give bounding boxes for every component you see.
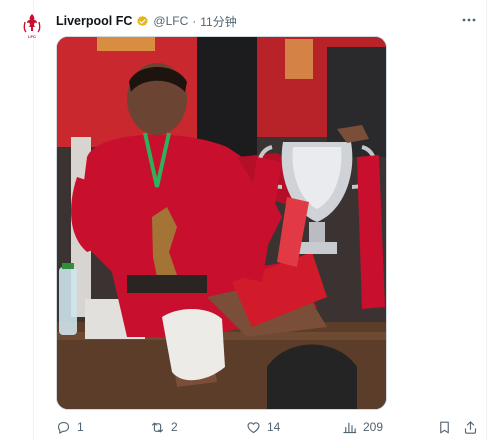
views-count: 209 <box>363 420 384 434</box>
timestamp[interactable]: 11分钟 <box>200 13 236 30</box>
timeline-left-border <box>33 0 34 440</box>
gold-verified-badge-icon <box>136 15 149 28</box>
retweet-icon <box>151 422 164 432</box>
bookmark-button[interactable] <box>437 417 452 437</box>
share-icon <box>464 420 477 434</box>
separator-dot: · <box>192 14 197 28</box>
timeline-right-border <box>486 0 487 440</box>
retweet-count: 2 <box>171 420 178 434</box>
reply-count: 1 <box>77 420 84 434</box>
player-with-trophy-photo <box>57 37 386 409</box>
reply-button[interactable]: 1 <box>56 417 84 437</box>
retweet-button[interactable]: 2 <box>150 417 178 437</box>
tweet-media-image[interactable] <box>56 36 387 410</box>
author-name[interactable]: Liverpool FC <box>56 14 132 28</box>
author-handle[interactable]: @LFC <box>153 14 188 28</box>
like-button[interactable]: 14 <box>246 417 280 437</box>
tweet-actions: 1 2 14 209 <box>0 417 500 437</box>
svg-text:LFC: LFC <box>28 34 36 39</box>
more-options-icon[interactable] <box>461 12 477 28</box>
bookmark-icon <box>440 421 449 433</box>
share-button[interactable] <box>463 417 478 437</box>
bar-chart-icon <box>343 422 357 433</box>
tweet-header: Liverpool FC @LFC · 11分钟 <box>56 12 237 30</box>
avatar[interactable]: LFC <box>22 13 42 39</box>
reply-icon <box>57 421 70 434</box>
like-count: 14 <box>267 420 281 434</box>
views-button[interactable]: 209 <box>342 417 383 437</box>
liverpool-crest-icon: LFC <box>23 14 41 39</box>
heart-icon <box>247 421 260 433</box>
